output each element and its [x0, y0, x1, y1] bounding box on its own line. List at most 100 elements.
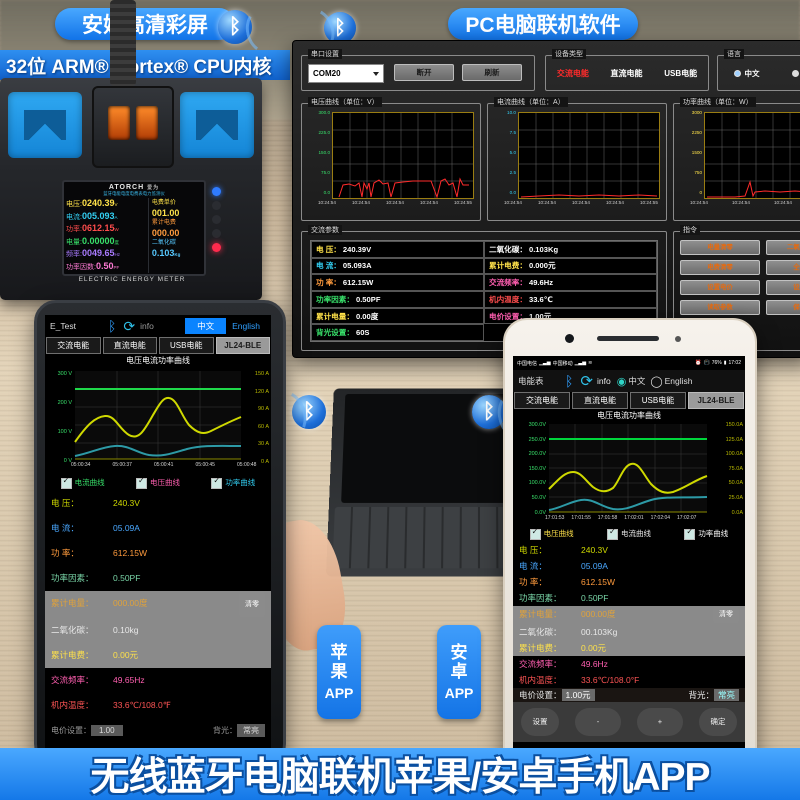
- lcd-right-label: 电费单价: [151, 200, 176, 206]
- iphone-row: 机内温度： 33.6℃/108.0℉: [45, 693, 271, 718]
- iphone-tab-3[interactable]: JL24-BLE: [215, 337, 270, 354]
- android-tab-row[interactable]: 交流电能 直流电能 USB电能 JL24-BLE: [513, 392, 745, 409]
- signal-bars-icon-2: ▁▃▅: [574, 360, 587, 366]
- iphone-price-value[interactable]: 1.00: [91, 724, 123, 736]
- checkbox-icon[interactable]: [135, 476, 147, 489]
- android-tab-1[interactable]: 直流电能: [572, 392, 628, 409]
- command-button-grid[interactable]: 电量清零二氧化碳清零电费清零全部清零设置电价设置背光读取参数保存数据: [680, 240, 800, 315]
- command-button-1[interactable]: 二氧化碳清零: [766, 240, 800, 255]
- android-button-2[interactable]: +: [637, 707, 683, 736]
- proximity-sensor: [675, 336, 681, 342]
- led-blue: [211, 187, 221, 196]
- android-button-3[interactable]: 确定: [699, 707, 737, 736]
- iphone-row: 交流频率： 49.65Hz: [45, 668, 271, 693]
- radio-cn[interactable]: ◉: [617, 375, 627, 388]
- product-title-text: 安姐高清彩屏: [82, 14, 208, 37]
- android-row-key: 功率因素：: [519, 592, 562, 603]
- iphone-tab-1[interactable]: 直流电能: [102, 337, 157, 354]
- android-lang-en[interactable]: English: [665, 376, 693, 386]
- device-type-options[interactable]: 交流电能 直流电能 USB电能: [546, 56, 708, 90]
- iphone-backlight-label: 背光：: [213, 725, 237, 735]
- iphone-y2-tick: 30 A: [257, 441, 269, 448]
- device-type-option-1[interactable]: 直流电能: [611, 68, 643, 79]
- iphone-lang-cn[interactable]: 中文: [185, 318, 227, 334]
- android-app-badge[interactable]: 安 卓 APP: [437, 625, 481, 719]
- language-option-1[interactable]: English: [792, 69, 800, 78]
- android-button-1[interactable]: -: [575, 707, 621, 736]
- open-port-button[interactable]: 断开: [394, 64, 454, 81]
- iphone-y2-tick: 120 A: [254, 388, 269, 395]
- android-tab-0[interactable]: 交流电能: [514, 392, 570, 409]
- android-lang-cn[interactable]: 中文: [628, 375, 645, 387]
- y-tick: 750: [694, 170, 702, 175]
- android-info-label[interactable]: info: [597, 376, 611, 386]
- android-row-key: 累计电量：: [519, 608, 562, 619]
- iphone-backlight-value[interactable]: 常亮: [237, 723, 265, 737]
- command-button-2[interactable]: 电费清零: [680, 260, 760, 275]
- refresh-icon-android[interactable]: ⟳: [580, 372, 593, 390]
- iphone-tab-2[interactable]: USB电能: [159, 337, 214, 354]
- y-tick: 225.0: [318, 130, 331, 135]
- android-button-row[interactable]: 设置 - + 确定: [513, 701, 745, 742]
- iphone-lang-en[interactable]: English: [226, 319, 266, 333]
- checkbox-icon[interactable]: [529, 527, 541, 540]
- checkbox-icon[interactable]: [60, 476, 72, 489]
- android-x-tick: 17:01:55: [571, 515, 591, 521]
- bluetooth-icon-app[interactable]: ᛒ: [108, 318, 116, 334]
- command-button-7[interactable]: 保存数据: [766, 300, 800, 315]
- alarm-icon: ⏰: [695, 360, 702, 366]
- android-y2-tick: 50.0A: [728, 480, 743, 487]
- bluetooth-icon-android[interactable]: ᛒ: [565, 373, 573, 389]
- com-port-select[interactable]: COM20: [308, 64, 384, 83]
- ac-param-value: 05.093A: [342, 261, 372, 271]
- android-settings-row: 电价设置： 1.00元 背光： 常亮: [513, 687, 745, 702]
- android-tab-3[interactable]: JL24-BLE: [688, 392, 744, 409]
- android-y2-tick: 0.0A: [731, 509, 743, 516]
- android-y2-tick: 75.0A: [728, 465, 743, 472]
- battery-percent: 76%: [711, 360, 722, 366]
- ac-param-cell: 交流频率： 49.6Hz: [484, 274, 657, 291]
- device-type-option-0[interactable]: 交流电能: [557, 68, 589, 79]
- android-clear-button[interactable]: 清零: [713, 606, 739, 623]
- device-type-option-2[interactable]: USB电能: [664, 68, 697, 79]
- iphone-tab-0[interactable]: 交流电能: [46, 337, 101, 354]
- ac-param-key: 交流频率：: [489, 278, 527, 288]
- iphone-x-tick: 05:00:45: [195, 462, 215, 468]
- android-backlight-value[interactable]: 常亮: [713, 688, 739, 701]
- command-button-3[interactable]: 全部清零: [766, 260, 800, 275]
- iphone-y2-tick: 60 A: [257, 423, 269, 430]
- language-options[interactable]: 中文 English: [718, 56, 800, 90]
- power-chart-svg: [705, 113, 800, 198]
- y-tick: 150.0: [318, 150, 331, 155]
- iphone-price-label: 电价设置：: [51, 725, 91, 735]
- language-option-0[interactable]: 中文: [734, 68, 759, 79]
- lcd-right-value: 000.00: [151, 228, 180, 238]
- lcd-right-column: 电费单价 001.00 累计电费 000.00 二氧化碳 0.103Kg: [147, 198, 202, 273]
- refresh-port-button[interactable]: 刷新: [462, 64, 522, 81]
- y-tick: 10.0: [507, 110, 516, 115]
- command-button-0[interactable]: 电量清零: [680, 240, 760, 255]
- android-button-0[interactable]: 设置: [521, 707, 559, 736]
- lcd-right-label: 二氧化碳: [151, 240, 176, 246]
- command-button-5[interactable]: 设置背光: [766, 280, 800, 295]
- android-tab-2[interactable]: USB电能: [630, 392, 686, 409]
- checkbox-icon[interactable]: [606, 527, 618, 540]
- android-chart: 300.0V 250.0V 200.0V 150.0V 100.0V 50.0V 0.0V …: [513, 422, 745, 526]
- iphone-info-label[interactable]: info: [140, 321, 185, 331]
- y-tick: 0.0: [323, 190, 330, 195]
- checkbox-icon[interactable]: [684, 527, 696, 540]
- apple-app-badge[interactable]: 苹 果 APP: [317, 625, 361, 719]
- iphone-tab-row[interactable]: 交流电能 直流电能 USB电能 JL24-BLE: [45, 337, 271, 354]
- refresh-icon-app[interactable]: ⟳: [123, 318, 135, 335]
- android-price-value[interactable]: 1.00元: [561, 688, 595, 701]
- lcd-brand: ATORCH 爱为: [64, 182, 204, 191]
- voltage-chart-plot: [332, 112, 474, 199]
- led-2: [211, 215, 221, 224]
- iphone-clear-button[interactable]: 清零: [239, 591, 265, 617]
- command-button-6[interactable]: 读取参数: [680, 300, 760, 315]
- led-indicator-group: [208, 182, 224, 257]
- checkbox-icon[interactable]: [211, 476, 223, 489]
- radio-en[interactable]: ◯: [650, 375, 662, 388]
- lcd-caption: ELECTRIC ENERGY METER: [78, 276, 186, 283]
- command-button-4[interactable]: 设置电价: [680, 280, 760, 295]
